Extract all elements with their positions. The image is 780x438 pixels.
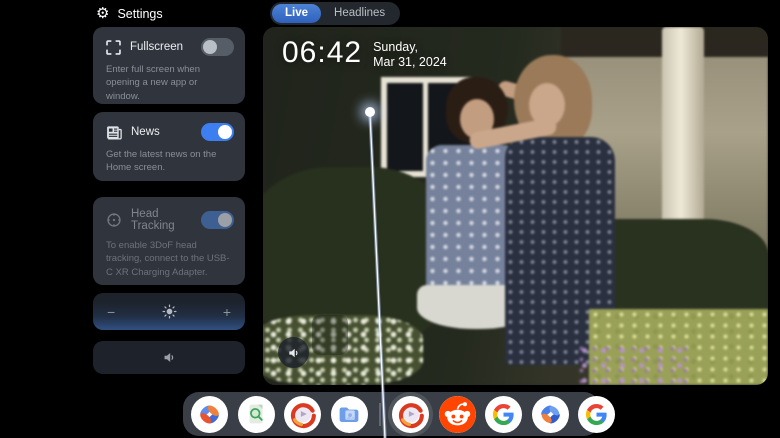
video-watermark (312, 315, 348, 355)
live-video-panel[interactable]: 06:42 Sunday, Mar 31, 2024 (263, 27, 768, 385)
news-toggle[interactable] (201, 123, 234, 141)
fullscreen-setting-card: Fullscreen Enter full screen when openin… (93, 27, 245, 104)
gear-icon: ⚙ (96, 4, 110, 22)
file-search-app-icon[interactable] (237, 395, 275, 433)
clock-day: Sunday, (373, 40, 419, 54)
media-player-app-icon[interactable] (284, 395, 321, 433)
brightness-decrease-button[interactable]: − (107, 305, 115, 319)
tab-headlines-label: Headlines (334, 7, 386, 19)
news-description: Get the latest news on the Home screen. (106, 149, 217, 174)
fullscreen-description: Enter full screen when opening a new app… (106, 64, 200, 102)
head-tracking-setting-card: Head Tracking To enable 3DoF head tracki… (93, 197, 245, 285)
news-tabbar: Live Headlines (270, 2, 401, 25)
brightness-increase-button[interactable]: + (223, 305, 231, 319)
app-dock (183, 392, 615, 436)
toggle-knob (218, 125, 232, 139)
fullscreen-toggle[interactable] (201, 38, 234, 56)
settings-title: Settings (117, 6, 163, 21)
head-tracking-toggle[interactable] (201, 211, 234, 229)
head-tracking-description: To enable 3DoF head tracking, connect to… (106, 240, 230, 278)
volume-control[interactable] (93, 341, 245, 374)
news-icon (106, 125, 122, 140)
volume-icon (161, 349, 178, 366)
settings-header: ⚙ Settings (96, 6, 163, 21)
clock-time: 06:42 (282, 36, 363, 69)
dock-divider (379, 402, 381, 426)
mute-button[interactable] (278, 337, 309, 368)
head-tracking-icon (106, 212, 122, 228)
clock-overlay: 06:42 Sunday, Mar 31, 2024 (282, 36, 447, 70)
reddit-app-icon[interactable] (438, 395, 476, 433)
nebula-app-icon[interactable] (191, 395, 228, 433)
brightness-icon (161, 303, 178, 320)
tab-live[interactable]: Live (272, 4, 322, 23)
toggle-knob (203, 40, 217, 54)
fullscreen-label: Fullscreen (130, 41, 184, 53)
media-player-app-icon[interactable] (392, 395, 429, 433)
speaker-icon (286, 345, 302, 361)
google-app-icon[interactable] (578, 395, 615, 433)
google-app-icon[interactable] (485, 395, 522, 433)
brightness-control[interactable]: − + (93, 293, 245, 330)
clock-full-date: Mar 31, 2024 (373, 55, 447, 69)
head-tracking-label: Head Tracking (131, 208, 175, 232)
fullscreen-icon (106, 39, 121, 55)
news-label: News (131, 126, 160, 138)
tab-headlines[interactable]: Headlines (321, 4, 398, 23)
toggle-knob (218, 213, 232, 227)
nebula-blue-app-icon[interactable] (531, 395, 569, 433)
xr-home-screen: ⚙ Settings Fullscreen Enter full screen … (0, 0, 780, 438)
tab-live-label: Live (285, 7, 309, 19)
news-setting-card: News Get the latest news on the Home scr… (93, 112, 245, 181)
photos-app-icon[interactable] (330, 395, 368, 433)
clock-date: Sunday, Mar 31, 2024 (373, 36, 447, 70)
